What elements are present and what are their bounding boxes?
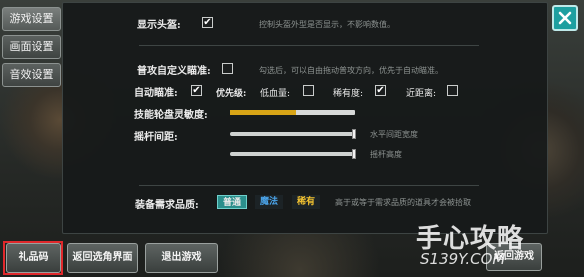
- return-game-button[interactable]: 返回游戏: [486, 243, 542, 271]
- settings-panel: 显示头盔: ✔ 控制头盔外型是否显示，不影响数值。 普攻自定义瞄准: 勾选后，可…: [62, 2, 548, 234]
- return-character-select-button[interactable]: 返回选角界面: [67, 243, 138, 273]
- tab-game-settings[interactable]: 游戏设置: [2, 7, 61, 31]
- equip-quality-hint: 高于或等于需求品质的道具才会被拾取: [335, 198, 471, 207]
- skill-sensitivity-fill: [230, 110, 297, 115]
- priority-label: 优先级:: [216, 89, 247, 99]
- low-hp-label: 低血量:: [260, 89, 291, 99]
- rarity-label: 稀有度:: [333, 89, 364, 99]
- show-helmet-hint: 控制头盔外型是否显示，不影响数值。: [259, 20, 395, 29]
- quality-magic-button[interactable]: 魔法: [255, 195, 284, 209]
- close-icon: [558, 11, 572, 25]
- equip-quality-label: 装备需求品质:: [135, 200, 199, 211]
- show-helmet-checkbox[interactable]: ✔: [202, 17, 213, 28]
- quality-rare-button[interactable]: 稀有: [292, 195, 321, 209]
- show-helmet-label: 显示头盔:: [137, 20, 181, 31]
- low-hp-checkbox[interactable]: [303, 85, 314, 96]
- slider-thumb[interactable]: [352, 149, 356, 159]
- custom-aim-label: 普攻自定义瞄准:: [137, 66, 211, 77]
- quality-common-button[interactable]: 普通: [217, 195, 248, 209]
- horizontal-spacing-slider[interactable]: [230, 129, 356, 139]
- tab-audio-settings[interactable]: 音效设置: [2, 63, 61, 87]
- joystick-height-hint: 摇杆高度: [370, 150, 402, 159]
- close-range-label: 近距离:: [406, 89, 437, 99]
- close-button[interactable]: [552, 5, 578, 31]
- custom-aim-checkbox[interactable]: [222, 63, 233, 74]
- skill-sensitivity-bar[interactable]: [230, 110, 355, 115]
- slider-thumb[interactable]: [352, 129, 356, 139]
- divider: [139, 45, 479, 46]
- divider: [139, 185, 479, 186]
- check-icon: ✔: [376, 85, 385, 96]
- auto-aim-label: 自动瞄准:: [134, 88, 178, 99]
- exit-game-button[interactable]: 退出游戏: [145, 243, 218, 273]
- tab-graphics-settings[interactable]: 画面设置: [2, 35, 61, 59]
- rarity-checkbox[interactable]: ✔: [375, 85, 386, 96]
- skill-sensitivity-label: 技能轮盘灵敏度:: [134, 110, 208, 121]
- gift-code-highlight: [3, 241, 63, 275]
- joystick-spacing-label: 摇杆间距:: [134, 132, 178, 143]
- custom-aim-hint: 勾选后，可以自由拖动普攻方向，优先于自动瞄准。: [259, 66, 443, 75]
- close-range-checkbox[interactable]: [447, 85, 458, 96]
- auto-aim-checkbox[interactable]: ✔: [191, 85, 202, 96]
- check-icon: ✔: [192, 85, 201, 96]
- joystick-height-slider[interactable]: [230, 149, 356, 159]
- check-icon: ✔: [203, 17, 212, 28]
- horizontal-spacing-hint: 水平间距宽度: [370, 130, 418, 139]
